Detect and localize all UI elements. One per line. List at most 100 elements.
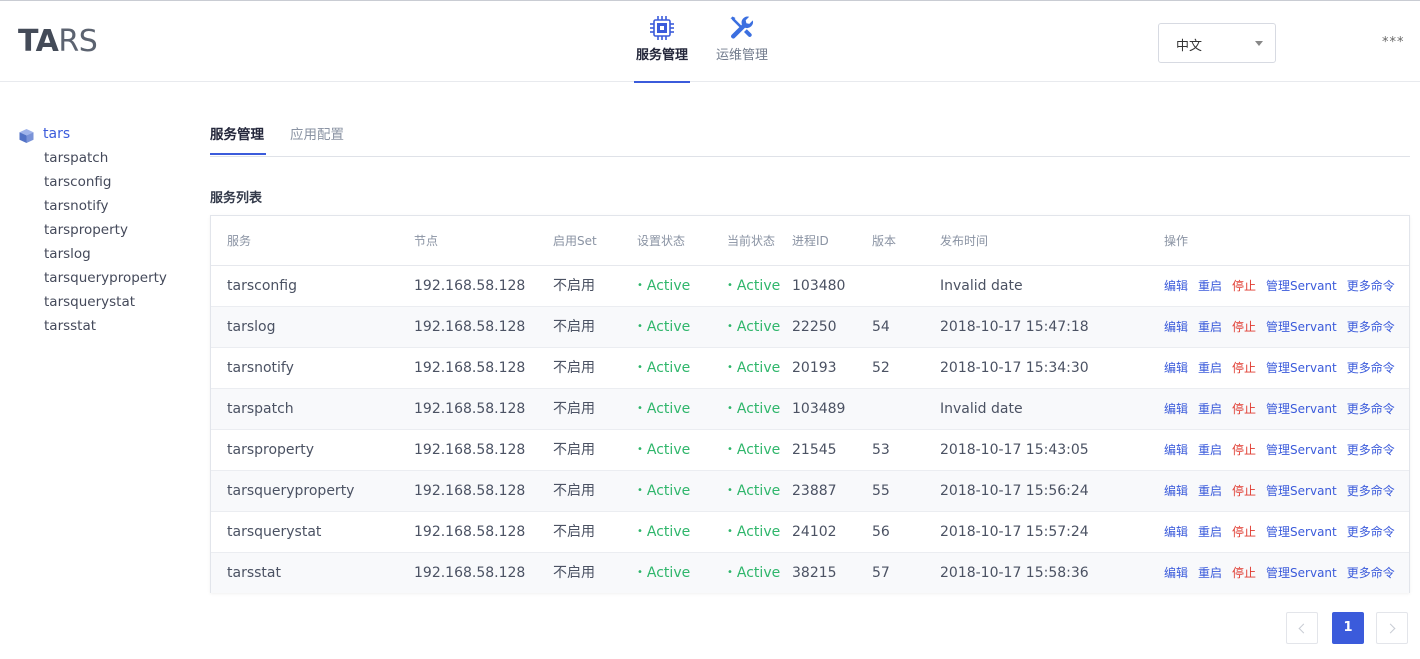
cell-setting-state: • Active xyxy=(637,523,690,541)
stop-link[interactable]: 停止 xyxy=(1232,320,1256,334)
tree-item-tarsproperty[interactable]: tarsproperty xyxy=(44,218,167,242)
more-commands-link[interactable]: 更多命令 xyxy=(1347,566,1395,580)
restart-link[interactable]: 重启 xyxy=(1198,566,1222,580)
tree-item-tarspatch[interactable]: tarspatch xyxy=(44,146,167,170)
manage-servant-link[interactable]: 管理Servant xyxy=(1266,279,1337,293)
stop-link[interactable]: 停止 xyxy=(1232,402,1256,416)
tree-item-tarsquerystat[interactable]: tarsquerystat xyxy=(44,290,167,314)
manage-servant-link[interactable]: 管理Servant xyxy=(1266,566,1337,580)
status-dot: • xyxy=(727,280,733,291)
column-header-service[interactable]: 服务 xyxy=(227,232,251,249)
restart-link[interactable]: 重启 xyxy=(1198,484,1222,498)
cell-version: 54 xyxy=(872,319,890,335)
column-header-node[interactable]: 节点 xyxy=(414,232,438,249)
tab-service-management-label: 服务管理 xyxy=(210,127,264,143)
column-header-set[interactable]: 启用Set xyxy=(553,232,597,249)
stop-link[interactable]: 停止 xyxy=(1232,484,1256,498)
tars-logo[interactable]: TARS xyxy=(18,25,98,59)
edit-link[interactable]: 编辑 xyxy=(1164,402,1188,416)
edit-link[interactable]: 编辑 xyxy=(1164,279,1188,293)
restart-link[interactable]: 重启 xyxy=(1198,402,1222,416)
row-actions: 编辑 重启 停止 管理Servant 更多命令 xyxy=(1164,483,1405,499)
more-commands-link[interactable]: 更多命令 xyxy=(1347,320,1395,334)
chevron-right-icon xyxy=(1385,623,1396,634)
manage-servant-link[interactable]: 管理Servant xyxy=(1266,402,1337,416)
cell-node: 192.168.58.128 xyxy=(414,483,526,499)
cell-version: 53 xyxy=(872,442,890,458)
restart-link[interactable]: 重启 xyxy=(1198,525,1222,539)
edit-link[interactable]: 编辑 xyxy=(1164,525,1188,539)
language-select[interactable]: 中文 xyxy=(1158,23,1276,63)
stop-link[interactable]: 停止 xyxy=(1232,525,1256,539)
status-dot: • xyxy=(637,280,643,291)
nav-operations-management[interactable]: 运维管理 xyxy=(714,13,770,65)
column-header-version[interactable]: 版本 xyxy=(872,232,896,249)
tab-app-config[interactable]: 应用配置 xyxy=(290,126,344,144)
restart-link[interactable]: 重启 xyxy=(1198,279,1222,293)
status-dot: • xyxy=(637,444,643,455)
edit-link[interactable]: 编辑 xyxy=(1164,320,1188,334)
restart-link[interactable]: 重启 xyxy=(1198,361,1222,375)
table-row: tarsqueryproperty 192.168.58.128 不启用 • Ac… xyxy=(211,471,1409,512)
row-actions: 编辑 重启 停止 管理Servant 更多命令 xyxy=(1164,360,1405,376)
more-commands-link[interactable]: 更多命令 xyxy=(1347,525,1395,539)
edit-link[interactable]: 编辑 xyxy=(1164,484,1188,498)
manage-servant-link[interactable]: 管理Servant xyxy=(1266,484,1337,498)
tree-item-tarsconfig[interactable]: tarsconfig xyxy=(44,170,167,194)
user-menu[interactable]: *** xyxy=(1382,35,1405,50)
chevron-down-icon xyxy=(1255,41,1263,46)
more-commands-link[interactable]: 更多命令 xyxy=(1347,361,1395,375)
stop-link[interactable]: 停止 xyxy=(1232,361,1256,375)
table-row: tarsconfig 192.168.58.128 不启用 • Active • A… xyxy=(211,266,1409,307)
edit-link[interactable]: 编辑 xyxy=(1164,566,1188,580)
cell-setting-state: • Active xyxy=(637,564,690,582)
nav-service-management[interactable]: 服务管理 xyxy=(634,13,690,83)
pagination-page-current[interactable]: 1 xyxy=(1332,612,1364,644)
cell-node: 192.168.58.128 xyxy=(414,442,526,458)
status-text: Active xyxy=(736,319,781,335)
pagination-prev-button[interactable] xyxy=(1286,612,1318,644)
stop-link[interactable]: 停止 xyxy=(1232,443,1256,457)
column-header-setting-state[interactable]: 设置状态 xyxy=(637,232,685,249)
cell-set: 不启用 xyxy=(553,524,595,540)
manage-servant-link[interactable]: 管理Servant xyxy=(1266,443,1337,457)
pagination-next-button[interactable] xyxy=(1376,612,1408,644)
restart-link[interactable]: 重启 xyxy=(1198,320,1222,334)
restart-link[interactable]: 重启 xyxy=(1198,443,1222,457)
manage-servant-link[interactable]: 管理Servant xyxy=(1266,361,1337,375)
edit-link[interactable]: 编辑 xyxy=(1164,443,1188,457)
edit-link[interactable]: 编辑 xyxy=(1164,361,1188,375)
wrench-icon xyxy=(727,13,757,43)
app-header: TARS 服务管理 运维管理 中文 *** xyxy=(0,1,1420,83)
manage-servant-link[interactable]: 管理Servant xyxy=(1266,320,1337,334)
tree-item-tarsqueryproperty[interactable]: tarsqueryproperty xyxy=(44,266,167,290)
column-header-present-state[interactable]: 当前状态 xyxy=(727,232,775,249)
more-commands-link[interactable]: 更多命令 xyxy=(1347,484,1395,498)
status-text: Active xyxy=(736,360,781,376)
tab-active-indicator xyxy=(210,153,266,155)
status-dot: • xyxy=(727,321,733,332)
cell-present-state: • Active xyxy=(727,482,780,500)
tree-item-tarsnotify[interactable]: tarsnotify xyxy=(44,194,167,218)
more-commands-link[interactable]: 更多命令 xyxy=(1347,279,1395,293)
manage-servant-link[interactable]: 管理Servant xyxy=(1266,525,1337,539)
tab-service-management[interactable]: 服务管理 xyxy=(210,126,266,155)
cell-pid: 20193 xyxy=(792,360,837,376)
cell-service: tarsstat xyxy=(227,565,281,581)
cell-present-state: • Active xyxy=(727,441,780,459)
cell-set: 不启用 xyxy=(553,565,595,581)
row-actions: 编辑 重启 停止 管理Servant 更多命令 xyxy=(1164,319,1405,335)
tree-item-tarslog[interactable]: tarslog xyxy=(44,242,167,266)
more-commands-link[interactable]: 更多命令 xyxy=(1347,443,1395,457)
more-commands-link[interactable]: 更多命令 xyxy=(1347,402,1395,416)
stop-link[interactable]: 停止 xyxy=(1232,566,1256,580)
cell-present-state: • Active xyxy=(727,277,780,295)
cell-present-state: • Active xyxy=(727,564,780,582)
cell-release-time: 2018-10-17 15:58:36 xyxy=(940,565,1089,581)
stop-link[interactable]: 停止 xyxy=(1232,279,1256,293)
column-header-pid[interactable]: 进程ID xyxy=(792,232,829,249)
status-text: Active xyxy=(646,524,691,540)
tree-item-tarsstat[interactable]: tarsstat xyxy=(44,314,167,338)
column-header-release-time[interactable]: 发布时间 xyxy=(940,232,988,249)
cube-icon xyxy=(19,129,34,143)
